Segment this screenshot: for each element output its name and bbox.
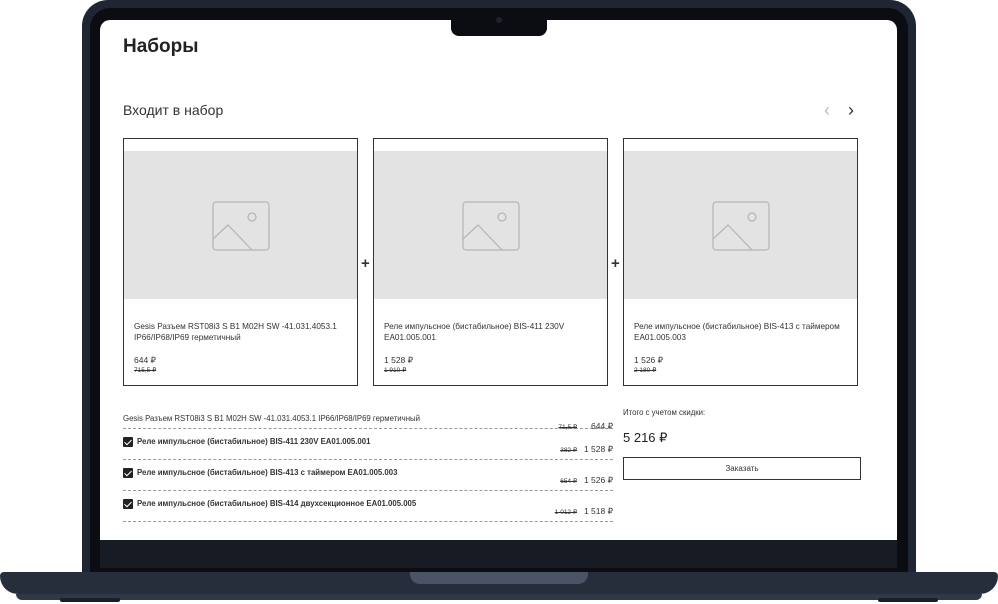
- plus-icon: +: [361, 255, 370, 272]
- item-checkbox[interactable]: [123, 499, 133, 509]
- image-placeholder-icon: [212, 201, 270, 251]
- laptop-base-edge: [16, 594, 982, 600]
- item-price: 1 526 ₽: [583, 475, 613, 485]
- screen: Наборы Входит в набор ‹ › Gesis Разъем R…: [100, 20, 897, 540]
- item-checkbox[interactable]: [123, 468, 133, 478]
- product-price: 644 ₽: [134, 355, 156, 365]
- item-price: 1 518 ₽: [583, 506, 613, 516]
- total-value: 5 216 ₽: [623, 430, 668, 445]
- item-checkbox[interactable]: [123, 437, 133, 447]
- product-name[interactable]: Gesis Разъем RST08i3 S B1 M02H SW -41.03…: [134, 321, 349, 343]
- product-card[interactable]: Реле импульсное (бистабильное) BIS-411 2…: [373, 138, 608, 386]
- page-title: Наборы: [123, 36, 199, 57]
- image-placeholder-icon: [462, 201, 520, 251]
- laptop-groove: [410, 572, 588, 584]
- camera-icon: [496, 17, 502, 23]
- section-title: Входит в набор: [123, 102, 224, 118]
- product-old-price: 1 910 ₽: [384, 367, 407, 374]
- item-discount: 654 ₽: [560, 478, 577, 485]
- product-old-price: 715,5 ₽: [134, 367, 157, 374]
- product-old-price: 2 180 ₽: [634, 367, 657, 374]
- product-image-placeholder: [374, 151, 607, 299]
- item-name: Gesis Разъем RST08i3 S B1 M02H SW -41.03…: [123, 414, 420, 423]
- product-card[interactable]: Реле импульсное (бистабильное) BIS-413 с…: [623, 138, 858, 386]
- item-discount: 1 012 ₽: [554, 509, 577, 516]
- set-items-list: Gesis Разъем RST08i3 S B1 M02H SW -41.03…: [123, 406, 613, 522]
- order-button[interactable]: Заказать: [623, 457, 861, 480]
- list-item: Реле импульсное (бистабильное) BIS-414 д…: [123, 491, 613, 522]
- product-name[interactable]: Реле импульсное (бистабильное) BIS-413 с…: [634, 321, 849, 343]
- list-item: Реле импульсное (бистабильное) BIS-411 2…: [123, 429, 613, 460]
- list-item: Реле импульсное (бистабильное) BIS-413 с…: [123, 460, 613, 491]
- item-name: Реле импульсное (бистабильное) BIS-413 с…: [137, 468, 398, 477]
- plus-icon: +: [611, 255, 620, 272]
- chevron-right-icon[interactable]: ›: [848, 100, 854, 121]
- product-price: 1 528 ₽: [384, 355, 414, 365]
- item-name: Реле импульсное (бистабильное) BIS-414 д…: [137, 499, 417, 508]
- item-price: 1 528 ₽: [583, 444, 613, 454]
- total-label: Итого с учетом скидки:: [623, 408, 706, 417]
- item-name: Реле импульсное (бистабильное) BIS-411 2…: [137, 437, 371, 446]
- image-placeholder-icon: [712, 201, 770, 251]
- product-price: 1 526 ₽: [634, 355, 664, 365]
- product-image-placeholder: [624, 151, 857, 299]
- product-card[interactable]: Gesis Разъем RST08i3 S B1 M02H SW -41.03…: [123, 138, 358, 386]
- item-discount: 382 ₽: [560, 447, 577, 454]
- laptop-foot: [60, 598, 120, 602]
- laptop-chin: [100, 540, 897, 568]
- product-image-placeholder: [124, 151, 357, 299]
- laptop-foot: [878, 598, 938, 602]
- list-item: Gesis Разъем RST08i3 S B1 M02H SW -41.03…: [123, 406, 613, 431]
- chevron-left-icon[interactable]: ‹: [824, 100, 830, 121]
- product-name[interactable]: Реле импульсное (бистабильное) BIS-411 2…: [384, 321, 599, 343]
